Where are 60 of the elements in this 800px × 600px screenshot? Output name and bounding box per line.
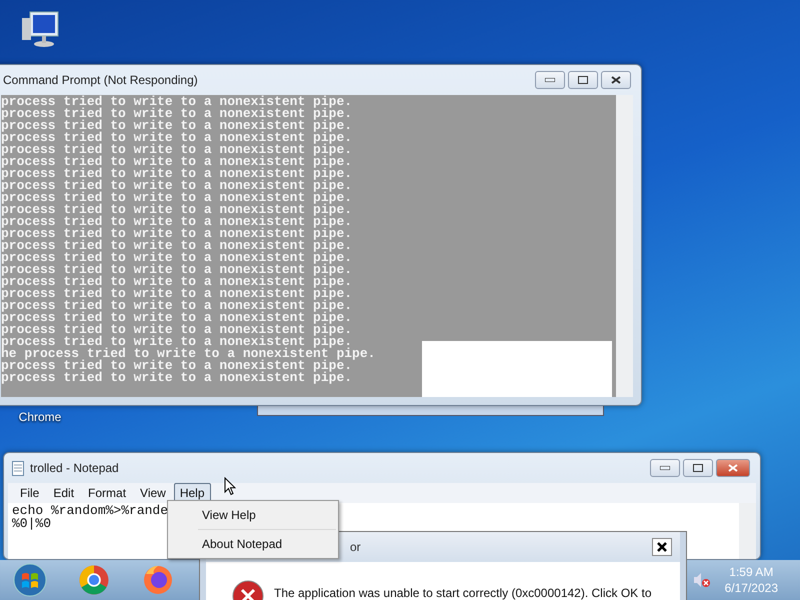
start-button-icon[interactable] xyxy=(13,563,47,597)
console-line: process tried to write to a nonexistent pipe. xyxy=(1,192,354,204)
console-line: process tried to write to a nonexistent pipe. xyxy=(1,288,354,300)
menu-item[interactable]: File xyxy=(14,483,46,503)
date: 6/17/2023 xyxy=(724,580,778,596)
scrollbar[interactable] xyxy=(739,503,756,559)
console-line: process tried to write to a nonexistent pipe. xyxy=(1,336,352,348)
close-button[interactable] xyxy=(601,71,631,89)
close-icon xyxy=(728,464,738,472)
console-line: he process tried to write to a nonexistent pipe. xyxy=(1,348,376,360)
console-line: process tried to write to a nonexistent pipe. xyxy=(1,300,354,312)
menu-item[interactable]: Format xyxy=(82,483,132,503)
console-line: process tried to write to a nonexistent pipe. xyxy=(1,216,354,228)
console-line: process tried to write to a nonexistent pipe. xyxy=(1,276,354,288)
console-line: process tried to write to a nonexistent pipe. xyxy=(1,204,354,216)
menu-item[interactable]: About Notepad xyxy=(168,532,338,556)
minimize-icon xyxy=(545,78,555,82)
window-title: Command Prompt (Not Responding) xyxy=(3,73,199,87)
console-line: process tried to write to a nonexistent pipe. xyxy=(1,312,354,324)
minimize-icon xyxy=(660,466,670,470)
firefox-icon[interactable] xyxy=(142,564,174,596)
error-message: The application was unable to start correctly (0xc0000142). Click OK to xyxy=(274,585,652,600)
maximize-button[interactable] xyxy=(683,459,713,477)
console-line: process tried to write to a nonexistent pipe. xyxy=(1,252,354,264)
notepad-icon xyxy=(12,460,24,476)
menu-item[interactable]: View Help xyxy=(168,503,338,527)
scrollbar[interactable] xyxy=(616,95,633,397)
close-button[interactable] xyxy=(652,538,672,556)
time: 1:59 AM xyxy=(729,564,774,580)
menu-item[interactable]: View xyxy=(134,483,172,503)
console-line: process tried to write to a nonexistent pipe. xyxy=(1,120,354,132)
maximize-button[interactable] xyxy=(568,71,598,89)
text-line: echo %random%>%rande xyxy=(12,504,168,517)
muted-speaker-icon[interactable] xyxy=(692,572,711,588)
chrome-icon[interactable] xyxy=(77,563,111,597)
console-line: process tried to write to a nonexistent pipe. xyxy=(1,360,352,372)
text-line: %0|%0 xyxy=(12,517,52,530)
close-icon xyxy=(611,76,621,84)
console-line: process tried to write to a nonexistent pipe. xyxy=(1,372,354,384)
console-line: process tried to write to a nonexistent pipe. xyxy=(1,96,354,108)
window-title: trolled - Notepad xyxy=(30,461,120,475)
close-icon xyxy=(656,541,668,553)
minimize-button[interactable] xyxy=(535,71,565,89)
console-line: process tried to write to a nonexistent pipe. xyxy=(1,180,354,192)
console-line: process tried to write to a nonexistent pipe. xyxy=(1,264,354,276)
maximize-icon xyxy=(693,464,703,472)
console-line: process tried to write to a nonexistent pipe. xyxy=(1,132,354,144)
console-line: process tried to write to a nonexistent pipe. xyxy=(1,144,354,156)
console-line: process tried to write to a nonexistent pipe. xyxy=(1,240,354,252)
maximize-icon xyxy=(578,76,588,84)
minimize-button[interactable] xyxy=(650,459,680,477)
console-line: process tried to write to a nonexistent pipe. xyxy=(1,324,354,336)
console-line: process tried to write to a nonexistent pipe. xyxy=(1,156,354,168)
desktop-icon-label: Chrome xyxy=(18,410,62,424)
console-line: process tried to write to a nonexistent pipe. xyxy=(1,108,354,120)
mouse-pointer-icon xyxy=(224,477,236,496)
dialog-title: or xyxy=(350,540,361,554)
console-line: process tried to write to a nonexistent pipe. xyxy=(1,228,354,240)
console-line: process tried to write to a nonexistent pipe. xyxy=(1,168,354,180)
menu-item[interactable]: Edit xyxy=(47,483,80,503)
